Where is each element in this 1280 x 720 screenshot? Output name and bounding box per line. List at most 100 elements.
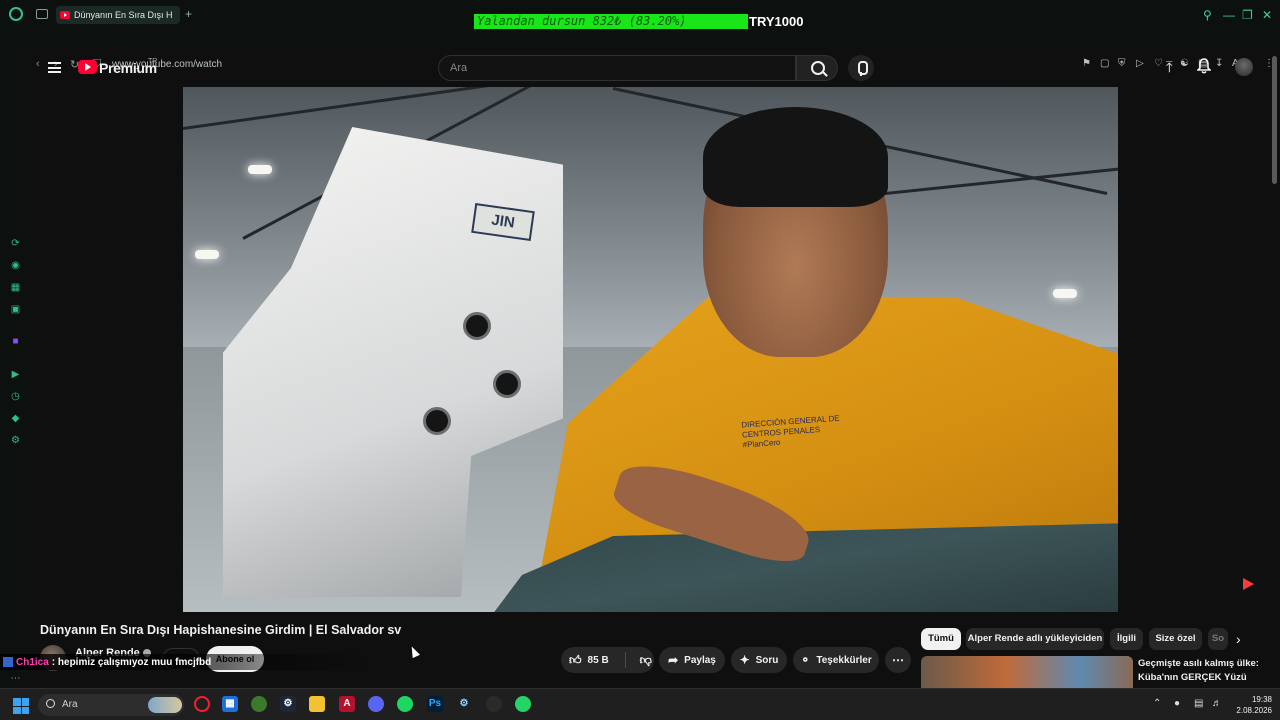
chips-next-icon[interactable]: ›	[1236, 631, 1241, 647]
share-button[interactable]: ➦ Paylaş	[659, 647, 725, 673]
search-input[interactable]: Ara	[438, 55, 796, 81]
crypto-wallet-sidebar-icon[interactable]: ◉	[9, 259, 22, 272]
search-icon[interactable]	[796, 55, 838, 81]
messenger-sidebar-icon[interactable]: ▣	[9, 303, 22, 316]
microphone-tray-icon[interactable]: ●	[1174, 698, 1180, 709]
ceiling-light	[195, 250, 219, 259]
chip-all[interactable]: Tümü	[921, 628, 961, 650]
aria-sidebar-icon[interactable]: ⟳	[9, 237, 22, 250]
obs-taskbar-icon[interactable]	[486, 696, 502, 712]
notifications-bell-icon[interactable]	[1197, 58, 1211, 74]
opera-logo-icon[interactable]	[9, 7, 23, 21]
ceiling-light	[248, 165, 272, 174]
extensions-sidebar-icon[interactable]: ◆	[9, 412, 22, 425]
tab-title: Dünyanın En Sıra Dışı H	[74, 10, 173, 20]
clock-date: 2.08.2026	[1236, 706, 1272, 715]
download-icon[interactable]: ↧	[1215, 58, 1223, 69]
tab-workspaces-icon[interactable]	[36, 9, 48, 19]
thanks-label: Teşekkürler	[816, 654, 872, 666]
chat-username: Ch1ica	[16, 656, 49, 668]
browser-taskbar-icon[interactable]	[251, 696, 267, 712]
shirt-print: DIRECCIÓN GENERAL DE CENTROS PENALES #Pl…	[741, 413, 840, 450]
ask-label: Soru	[755, 654, 779, 666]
player-sidebar-icon[interactable]: ▶	[9, 368, 22, 381]
share-icon: ➦	[668, 653, 679, 667]
restore-icon[interactable]: ❐	[1242, 8, 1253, 22]
chip-related[interactable]: İlgili	[1110, 628, 1143, 650]
sidebar-more-icon[interactable]: ⋯	[9, 672, 22, 685]
video-player[interactable]: DIRECCIÓN GENERAL DE CENTROS PENALES #Pl…	[183, 87, 1118, 612]
related-video-title[interactable]: Geçmişte asılı kalmış ülke: Küba'nın GER…	[1138, 657, 1270, 685]
donation-progress-text: Yalandan dursun 832₺ (83.20%)	[477, 14, 687, 28]
account-avatar[interactable]	[1235, 58, 1253, 76]
steam-taskbar-icon[interactable]: ⚙	[280, 696, 296, 712]
tab-bar: Dünyanın En Sıra Dışı H + Yalandan dursu…	[0, 0, 1280, 29]
search-highlight-icon	[148, 697, 182, 713]
machine-knob	[463, 312, 491, 340]
spotify-taskbar-icon[interactable]	[397, 696, 413, 712]
browser-chrome: Dünyanın En Sıra Dışı H + Yalandan dursu…	[0, 0, 1280, 71]
history-sidebar-icon[interactable]: ◷	[9, 390, 22, 403]
back-icon[interactable]: ‹	[36, 58, 40, 70]
minimize-icon[interactable]: —	[1223, 8, 1235, 22]
network-tray-icon[interactable]: ▤	[1194, 698, 1203, 709]
search-tabs-icon[interactable]: ⚲	[1203, 8, 1212, 22]
photoshop-taskbar-icon[interactable]: Ps	[427, 696, 443, 712]
discord-taskbar-icon[interactable]	[368, 696, 384, 712]
more-icon: ⋯	[892, 653, 904, 667]
menu-icon[interactable]	[48, 62, 61, 73]
like-icon[interactable]: 👍︎	[569, 654, 582, 666]
chip-more[interactable]: So	[1208, 628, 1228, 650]
new-tab-icon[interactable]: +	[185, 7, 192, 21]
dislike-icon[interactable]: 👎︎	[640, 654, 652, 666]
volume-tray-icon[interactable]: ♬	[1212, 698, 1222, 709]
taskbar-search-icon	[46, 699, 55, 708]
twitch-sidebar-icon[interactable]: ■	[9, 335, 22, 348]
channel-watermark-icon[interactable]	[1243, 578, 1254, 590]
related-video-thumbnail[interactable]	[921, 656, 1133, 688]
chip-from-uploader[interactable]: Alper Rende adlı yükleyiciden	[966, 628, 1104, 650]
settings-sidebar-icon[interactable]: ⚙	[9, 434, 22, 447]
adobe-taskbar-icon[interactable]: A	[339, 696, 355, 712]
worker-hair	[703, 107, 888, 207]
heart-icon[interactable]: ♡	[1154, 58, 1163, 69]
whatsapp-taskbar-icon[interactable]	[515, 696, 531, 712]
create-upload-icon[interactable]: ⤒	[1166, 60, 1173, 75]
voice-search-icon[interactable]	[848, 55, 874, 81]
system-clock[interactable]: 19:38 2.08.2026	[1234, 694, 1272, 716]
extensions-icon[interactable]: ☯	[1180, 58, 1189, 69]
like-count[interactable]: 85 B	[588, 655, 609, 666]
windows-taskbar: Ara	[0, 688, 1280, 720]
opera-taskbar-icon[interactable]	[194, 696, 210, 712]
region-label: TR	[148, 58, 158, 65]
like-divider	[624, 652, 626, 668]
snapshot-icon[interactable]: ▢	[1100, 58, 1109, 69]
close-icon[interactable]: ✕	[1262, 8, 1272, 22]
settings-taskbar-icon[interactable]: ⚙	[456, 696, 472, 712]
file-explorer-taskbar-icon[interactable]	[309, 696, 325, 712]
chat-badge-icon	[3, 657, 13, 667]
tray-overflow-icon[interactable]: ⌃	[1153, 698, 1161, 709]
page-scrollbar[interactable]	[1272, 56, 1277, 184]
super-thanks-icon: ⚬	[800, 653, 811, 667]
machine-knob	[423, 407, 451, 435]
clock-time: 19:38	[1251, 695, 1272, 704]
store-taskbar-icon[interactable]: ▦	[222, 696, 238, 712]
stream-chat-overlay: Ch1ica : hepimiz çalışmıyoz muu fmcjfbd	[0, 654, 370, 670]
chat-message: : hepimiz çalışmıyoz muu fmcjfbd	[51, 656, 212, 668]
vpn-shield-icon[interactable]: ⛨	[1118, 58, 1126, 69]
share-label: Paylaş	[684, 654, 716, 666]
player-icon[interactable]: ▷	[1136, 58, 1144, 69]
machine-knob	[493, 370, 521, 398]
ask-button[interactable]: ✦ Soru	[731, 647, 787, 673]
youtube-logo-icon[interactable]	[78, 60, 97, 74]
address-bar: ‹ › ↻ ⛉ www.youtube.com/watch ⚑ ▢ ⛨ ▷ ♡ …	[0, 28, 1280, 71]
chip-for-you[interactable]: Size özel	[1149, 628, 1202, 650]
like-dislike-group: 👍︎ 85 B 👎︎	[561, 647, 654, 673]
pin-icon[interactable]: ⚑	[1082, 58, 1091, 69]
tab-youtube[interactable]: Dünyanın En Sıra Dışı H	[56, 6, 180, 24]
thanks-button[interactable]: ⚬ Teşekkürler	[793, 647, 879, 673]
start-icon[interactable]	[13, 698, 29, 714]
workspace-sidebar-icon[interactable]: ▦	[9, 281, 22, 294]
more-actions-button[interactable]: ⋯	[885, 647, 911, 673]
